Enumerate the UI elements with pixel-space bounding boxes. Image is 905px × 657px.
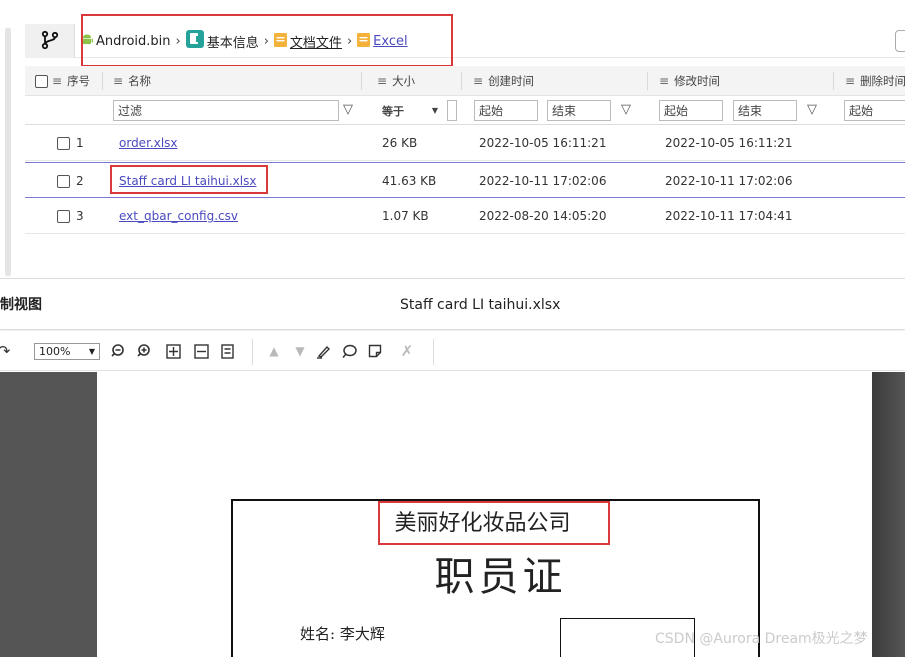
row-index: 2 [76,174,84,188]
watermark-text: CSDN @Aurora Dream极光之梦 [655,631,868,647]
menu-lines-icon: ≡ [659,74,670,88]
zoom-value: 100% [39,345,71,358]
row-index-cell: 1 [57,125,84,161]
fit-page-icon[interactable] [164,341,182,361]
row-created: 2022-10-05 16:11:21 [479,136,607,150]
table-header: ≡ 序号 ≡ 名称 ≡ 大小 ≡ 创建时间 ≡ 修改时间 ≡ 删除时间 [25,66,905,96]
row-index: 3 [76,209,84,223]
row-created: 2022-08-20 14:05:20 [479,209,607,223]
toolbar-overflow-button[interactable] [895,30,905,52]
size-value-input[interactable] [447,100,457,121]
chevron-down-icon: ▼ [431,106,438,115]
created-end-input[interactable]: 结束 [547,100,611,121]
card-title: 职员证 [0,544,905,602]
preview-titlebar: 制视图 Staff card LI taihui.xlsx [0,278,905,330]
column-index-label: 序号 [67,74,91,88]
row-checkbox[interactable] [57,209,70,223]
size-operator-select[interactable]: 等于 ▼ [377,100,443,121]
column-divider [461,72,462,90]
file-link[interactable]: order.xlsx [119,136,178,150]
note-icon[interactable] [366,341,384,361]
single-page-icon[interactable] [218,341,236,361]
column-divider [361,72,362,90]
name-filter-input[interactable]: 过滤 [113,100,339,121]
filter-row: 过滤 ▽ 等于 ▼ 起始 结束 ▽ 起始 结束 ▽ 起始 [25,96,905,125]
comment-bubble-icon[interactable] [340,341,358,361]
chevron-down-icon: ▼ [88,347,95,356]
zoom-out-icon[interactable] [110,341,128,361]
table-row[interactable]: 3 ext_qbar_config.csv 1.07 KB 2022-08-20… [25,198,905,234]
menu-lines-icon: ≡ [113,74,124,88]
row-checkbox[interactable] [57,136,70,150]
filter-funnel-icon[interactable]: ▽ [805,100,819,120]
row-modified: 2022-10-05 16:11:21 [665,136,793,150]
table-row[interactable]: 1 order.xlsx 26 KB 2022-10-05 16:11:21 2… [25,125,905,161]
company-highlight-box [378,501,610,545]
row-index-cell: 3 [57,198,84,234]
menu-lines-icon: ≡ [377,74,388,88]
filter-funnel-icon[interactable]: ▽ [341,100,355,120]
column-created[interactable]: ≡ 创建时间 [473,66,534,96]
column-divider [102,72,103,90]
column-name[interactable]: ≡ 名称 [113,66,151,96]
viewer-toolbar: ↷ 100% ▼ ▲ ▼ ✗ [0,331,905,371]
select-all-checkbox[interactable] [35,74,48,88]
card-name-line: 姓名: 李大辉 [300,625,385,643]
left-scroll-rail[interactable] [5,28,11,276]
toolbar-divider [433,339,434,365]
menu-lines-icon: ≡ [473,74,484,88]
created-start-input[interactable]: 起始 [474,100,538,121]
rotate-icon[interactable]: ↷ [0,341,12,361]
column-deleted-label: 删除时间 [860,74,905,88]
row-index-cell: 2 [57,163,84,199]
eraser-icon[interactable]: ✗ [396,341,418,361]
next-page-icon[interactable]: ▼ [292,341,308,361]
row-checkbox[interactable] [57,174,70,188]
row-size: 26 KB [382,136,418,150]
zoom-in-icon[interactable] [136,341,154,361]
preview-file-title: Staff card LI taihui.xlsx [400,297,561,313]
row-name-cell: order.xlsx [119,125,178,161]
row-size: 41.63 KB [382,174,437,188]
column-modified-label: 修改时间 [674,74,721,88]
fit-width-icon[interactable] [192,341,210,361]
row-modified: 2022-10-11 17:04:41 [665,209,793,223]
row-index: 1 [76,136,84,150]
preview-view-label[interactable]: 制视图 [0,279,42,331]
column-divider [647,72,648,90]
card-title-text: 职员证 [434,554,567,600]
previous-page-icon[interactable]: ▲ [266,341,282,361]
modified-start-input[interactable]: 起始 [659,100,723,121]
menu-lines-icon: ≡ [52,74,63,88]
row-modified: 2022-10-11 17:02:06 [665,174,793,188]
column-divider [833,72,834,90]
row-size: 1.07 KB [382,209,429,223]
deleted-start-input[interactable]: 起始 [844,100,905,121]
column-name-label: 名称 [128,74,152,88]
row-created: 2022-10-11 17:02:06 [479,174,607,188]
column-deleted[interactable]: ≡ 删除时间 [845,66,905,96]
row-name-cell: ext_qbar_config.csv [119,198,238,234]
size-operator-value: 等于 [382,104,404,118]
breadcrumb-highlight-box [81,14,453,67]
file-link[interactable]: ext_qbar_config.csv [119,209,238,223]
zoom-select[interactable]: 100% ▼ [34,343,100,360]
column-size-label: 大小 [392,74,416,88]
menu-lines-icon: ≡ [845,74,856,88]
column-modified[interactable]: ≡ 修改时间 [659,66,720,96]
toolbar-divider [252,339,253,365]
file-highlight-box [110,165,268,194]
pen-icon[interactable] [314,341,332,361]
column-created-label: 创建时间 [488,74,535,88]
branch-button[interactable] [25,24,75,58]
filter-funnel-icon[interactable]: ▽ [619,100,633,120]
column-size[interactable]: ≡ 大小 [377,66,415,96]
modified-end-input[interactable]: 结束 [733,100,797,121]
branch-icon [41,30,59,53]
column-index[interactable]: ≡ 序号 [35,66,90,96]
